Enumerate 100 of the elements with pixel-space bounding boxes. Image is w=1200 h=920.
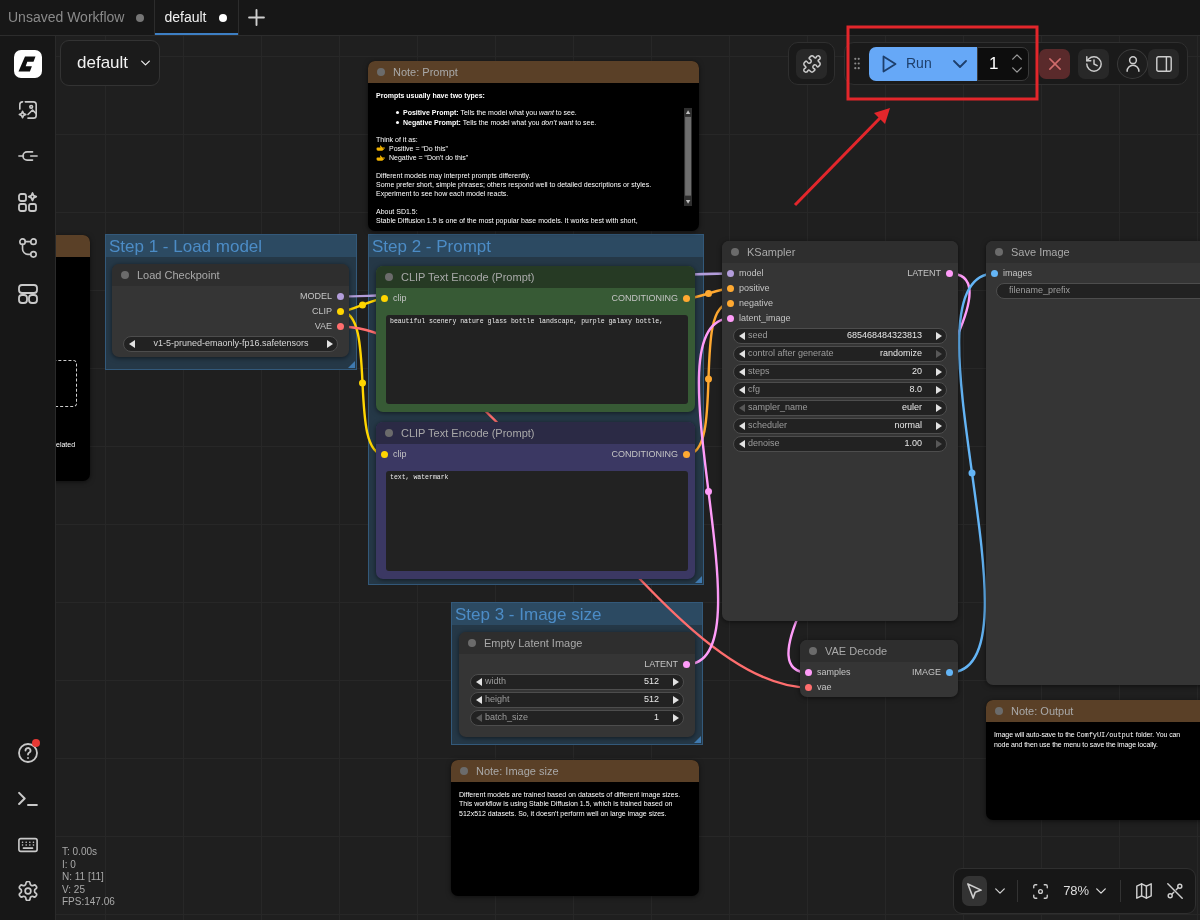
title-dot-icon[interactable] <box>995 707 1003 715</box>
right-triangle-icon[interactable] <box>936 368 942 376</box>
right-triangle-icon[interactable] <box>936 404 942 412</box>
input-dot-icon[interactable] <box>727 300 734 307</box>
title-dot-icon[interactable] <box>385 273 393 281</box>
title-dot-icon[interactable] <box>468 639 476 647</box>
queue-history-button[interactable] <box>1078 48 1109 79</box>
image-sparkle-icon <box>17 100 38 120</box>
number-widget[interactable]: batch_size 1 <box>470 710 684 726</box>
left-triangle-icon[interactable] <box>476 678 482 686</box>
left-triangle-icon[interactable] <box>739 386 745 394</box>
tab[interactable]: default <box>155 0 239 35</box>
output-dot-icon[interactable] <box>683 451 690 458</box>
input-dot-icon[interactable] <box>727 285 734 292</box>
toggle-panel-button[interactable] <box>1148 48 1179 79</box>
number-widget[interactable]: cfg 8.0 <box>733 382 947 398</box>
output-dot-icon[interactable] <box>683 295 690 302</box>
number-widget[interactable]: denoise 1.00 <box>733 436 947 452</box>
user-button[interactable] <box>1117 48 1148 79</box>
canvas-stat-text: I: 0 <box>62 858 77 871</box>
number-widget[interactable]: width 512 <box>470 674 684 690</box>
user-icon <box>1125 55 1140 72</box>
slot-label: images <box>1003 268 1032 279</box>
right-triangle-icon[interactable] <box>673 678 679 686</box>
resize-corner-icon[interactable] <box>694 736 701 743</box>
group-title: Step 2 - Prompt <box>372 237 492 255</box>
right-triangle-icon[interactable] <box>673 696 679 704</box>
extensions-button[interactable] <box>796 48 827 79</box>
input-dot-icon[interactable] <box>727 270 734 277</box>
output-dot-icon[interactable] <box>337 308 344 315</box>
combo-widget[interactable]: sampler_name euler <box>733 400 947 416</box>
number-widget[interactable]: height 512 <box>470 692 684 708</box>
run-options-button[interactable] <box>942 46 977 81</box>
input-dot-icon[interactable] <box>805 669 812 676</box>
output-dot-icon[interactable] <box>683 661 690 668</box>
close-icon <box>1048 57 1061 70</box>
combo-widget[interactable]: control after generate randomize <box>733 346 947 362</box>
slot-label: LATENT <box>644 659 678 670</box>
drag-handle-icon[interactable] <box>854 57 860 70</box>
zoom-level-button[interactable]: 78% <box>1059 876 1111 906</box>
right-triangle-icon[interactable] <box>673 714 679 722</box>
right-triangle-icon[interactable] <box>936 422 942 430</box>
slot-label: CLIP <box>312 306 332 317</box>
chevron-up-icon[interactable] <box>1012 54 1022 60</box>
left-triangle-icon[interactable] <box>476 696 482 704</box>
tab[interactable]: Unsaved Workflow <box>0 0 156 35</box>
chevron-down-icon[interactable] <box>1012 67 1022 73</box>
plus-icon <box>247 9 265 26</box>
node-title: CLIP Text Encode (Prompt) <box>401 269 535 285</box>
title-dot-icon[interactable] <box>731 248 739 256</box>
output-dot-icon[interactable] <box>946 669 953 676</box>
combo-widget[interactable]: scheduler normal <box>733 418 947 434</box>
input-dot-icon[interactable] <box>381 295 388 302</box>
run-button[interactable]: Run <box>869 46 942 81</box>
input-dot-icon[interactable] <box>381 451 388 458</box>
node-title: CLIP Text Encode (Prompt) <box>401 425 535 441</box>
settings-icon <box>17 881 38 901</box>
node-title: Load Checkpoint <box>137 267 220 283</box>
slot-label: clip <box>393 293 407 304</box>
right-triangle-icon[interactable] <box>327 340 333 348</box>
number-widget[interactable]: seed 685468484323813 <box>733 328 947 344</box>
history-icon <box>1085 55 1102 72</box>
input-dot-icon[interactable] <box>727 315 734 322</box>
app-logo[interactable] <box>13 50 42 78</box>
slot-label: model <box>739 268 764 279</box>
title-dot-icon[interactable] <box>121 271 129 279</box>
right-triangle-icon[interactable] <box>936 332 942 340</box>
help-icon <box>17 743 38 763</box>
focus-icon <box>1033 883 1049 899</box>
title-dot-icon[interactable] <box>385 429 393 437</box>
select-tool-button[interactable] <box>962 876 987 906</box>
title-dot-icon[interactable] <box>995 248 1003 256</box>
canvas-stat-text: FPS:147.06 <box>62 896 115 909</box>
input-dot-icon[interactable] <box>805 684 812 691</box>
terminal-icon <box>17 789 38 809</box>
combo-widget[interactable]: v1-5-pruned-emaonly-fp16.safetensors <box>123 336 338 352</box>
node-title: KSampler <box>747 244 796 260</box>
title-dot-icon[interactable] <box>460 767 468 775</box>
slot-label: IMAGE <box>912 667 941 678</box>
workflow-menu-button[interactable]: default <box>60 40 160 86</box>
left-triangle-icon[interactable] <box>739 368 745 376</box>
title-dot-icon[interactable] <box>809 647 817 655</box>
text-widget[interactable]: filename_prefix <box>996 283 1200 299</box>
left-triangle-icon[interactable] <box>739 332 745 340</box>
slot-label: CONDITIONING <box>611 449 678 460</box>
title-dot-icon[interactable] <box>377 68 385 76</box>
left-triangle-icon[interactable] <box>129 340 135 348</box>
left-triangle-icon[interactable] <box>739 440 745 448</box>
output-dot-icon[interactable] <box>337 293 344 300</box>
resize-corner-icon[interactable] <box>695 576 702 583</box>
output-dot-icon[interactable] <box>946 270 953 277</box>
right-triangle-icon[interactable] <box>936 386 942 394</box>
number-widget[interactable]: steps 20 <box>733 364 947 380</box>
resize-corner-icon[interactable] <box>348 361 355 368</box>
input-dot-icon[interactable] <box>991 270 998 277</box>
left-triangle-icon[interactable] <box>739 422 745 430</box>
batch-count-field[interactable]: 1 <box>977 46 1029 81</box>
output-dot-icon[interactable] <box>337 323 344 330</box>
left-triangle-icon[interactable] <box>739 350 745 358</box>
cancel-button[interactable] <box>1039 48 1070 79</box>
